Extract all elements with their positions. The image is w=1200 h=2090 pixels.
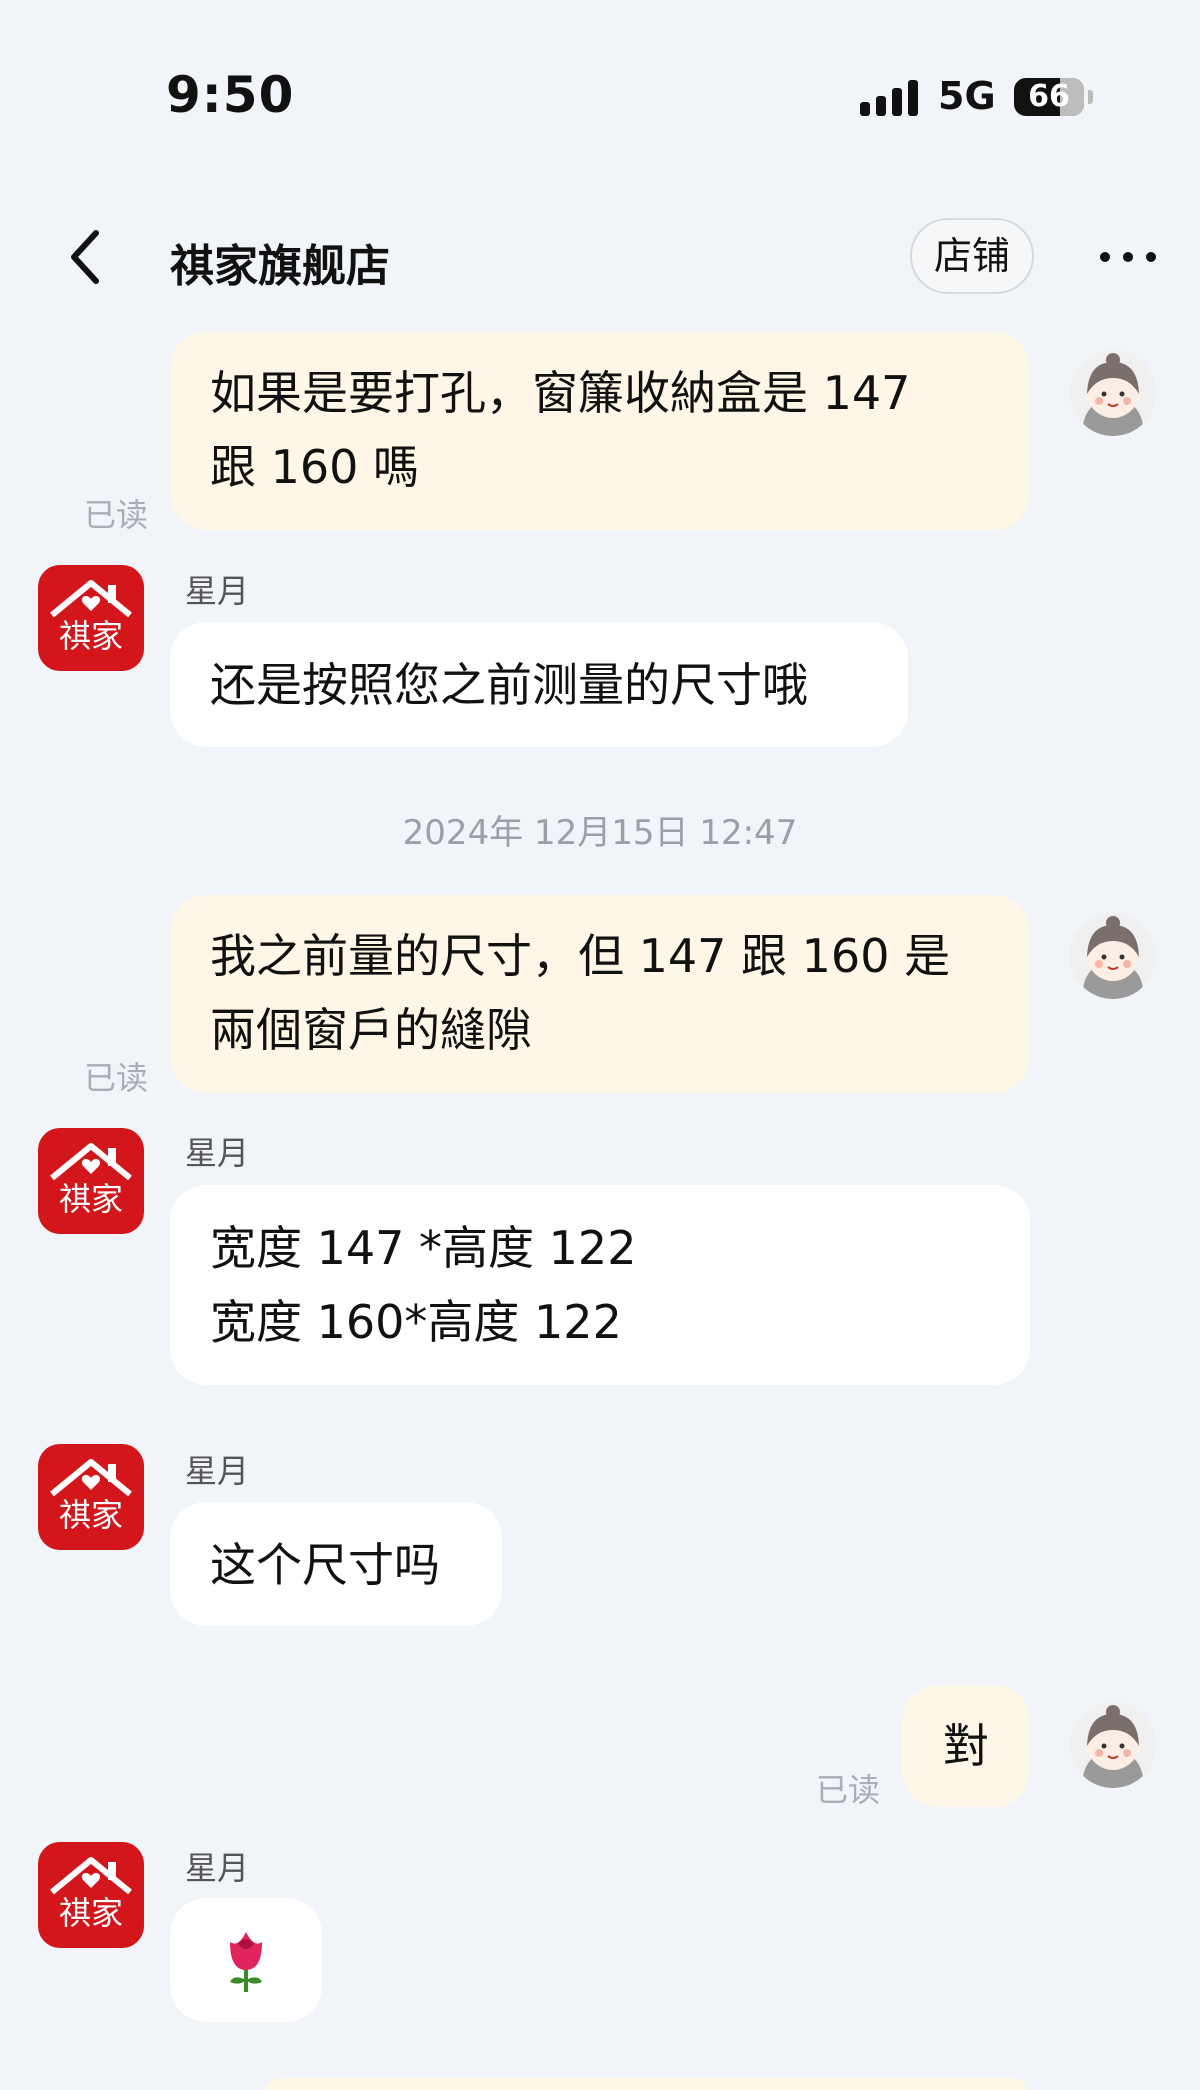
conversation-timestamp: 2024年 12月15日 12:47: [402, 813, 798, 853]
rose-emoji-icon: [216, 1924, 276, 1994]
sender-name: 星月: [185, 1134, 250, 1172]
shop-avatar[interactable]: 祺家: [38, 1128, 144, 1234]
cellular-signal-icon: [860, 80, 920, 116]
chat-title: 祺家旗舰店: [170, 241, 390, 292]
message-line: 宽度 147 *高度 122: [210, 1221, 637, 1275]
sender-name: 星月: [185, 1452, 250, 1490]
store-button[interactable]: 店铺: [910, 218, 1034, 294]
incoming-message[interactable]: 宽度 147 *高度 122 宽度 160*高度 122: [170, 1185, 1030, 1385]
battery-icon: 66: [1014, 78, 1084, 116]
chat-header: 祺家旗舰店 店铺: [0, 205, 1200, 315]
message-line: 宽度 160*高度 122: [210, 1295, 622, 1349]
shop-logo-text: 祺家: [59, 1496, 123, 1534]
outgoing-message-partial[interactable]: [262, 2078, 1030, 2090]
user-avatar[interactable]: [1070, 1702, 1156, 1788]
user-avatar[interactable]: [1070, 913, 1156, 999]
battery-level: 66: [1028, 79, 1070, 114]
network-type: 5G: [938, 74, 996, 118]
message-line: 如果是要打孔，窗簾收納盒是 147: [210, 366, 911, 420]
shop-avatar[interactable]: 祺家: [38, 565, 144, 671]
shop-logo-text: 祺家: [59, 1894, 123, 1932]
message-line: 對: [943, 1719, 989, 1773]
shop-avatar[interactable]: 祺家: [38, 1444, 144, 1550]
outgoing-message[interactable]: 對: [902, 1685, 1030, 1807]
outgoing-message[interactable]: 如果是要打孔，窗簾收納盒是 147 跟 160 嗎: [170, 332, 1030, 530]
incoming-message[interactable]: 还是按照您之前测量的尺寸哦: [170, 622, 908, 747]
outgoing-message[interactable]: 我之前量的尺寸，但 147 跟 160 是 兩個窗戶的縫隙: [170, 895, 1030, 1093]
incoming-message[interactable]: 这个尺寸吗: [170, 1502, 502, 1626]
read-receipt: 已读: [84, 496, 149, 534]
shop-avatar[interactable]: 祺家: [38, 1842, 144, 1948]
read-receipt: 已读: [84, 1059, 149, 1097]
message-line: 跟 160 嗎: [210, 440, 420, 494]
incoming-message[interactable]: [170, 1898, 322, 2022]
message-line: 这个尺寸吗: [210, 1538, 440, 1592]
read-receipt: 已读: [816, 1771, 881, 1809]
back-icon[interactable]: [58, 227, 118, 287]
message-line: 还是按照您之前测量的尺寸哦: [210, 658, 808, 712]
battery-cap: [1088, 90, 1093, 104]
sender-name: 星月: [185, 1849, 250, 1887]
user-avatar[interactable]: [1070, 350, 1156, 436]
more-icon[interactable]: [1098, 247, 1158, 267]
status-time: 9:50: [166, 66, 295, 124]
message-line: 兩個窗戶的縫隙: [210, 1003, 532, 1057]
shop-logo-text: 祺家: [59, 1180, 123, 1218]
shop-logo-text: 祺家: [59, 617, 123, 655]
sender-name: 星月: [185, 572, 250, 610]
message-line: 我之前量的尺寸，但 147 跟 160 是: [210, 929, 951, 983]
status-bar: 9:50 5G 66: [0, 0, 1200, 150]
